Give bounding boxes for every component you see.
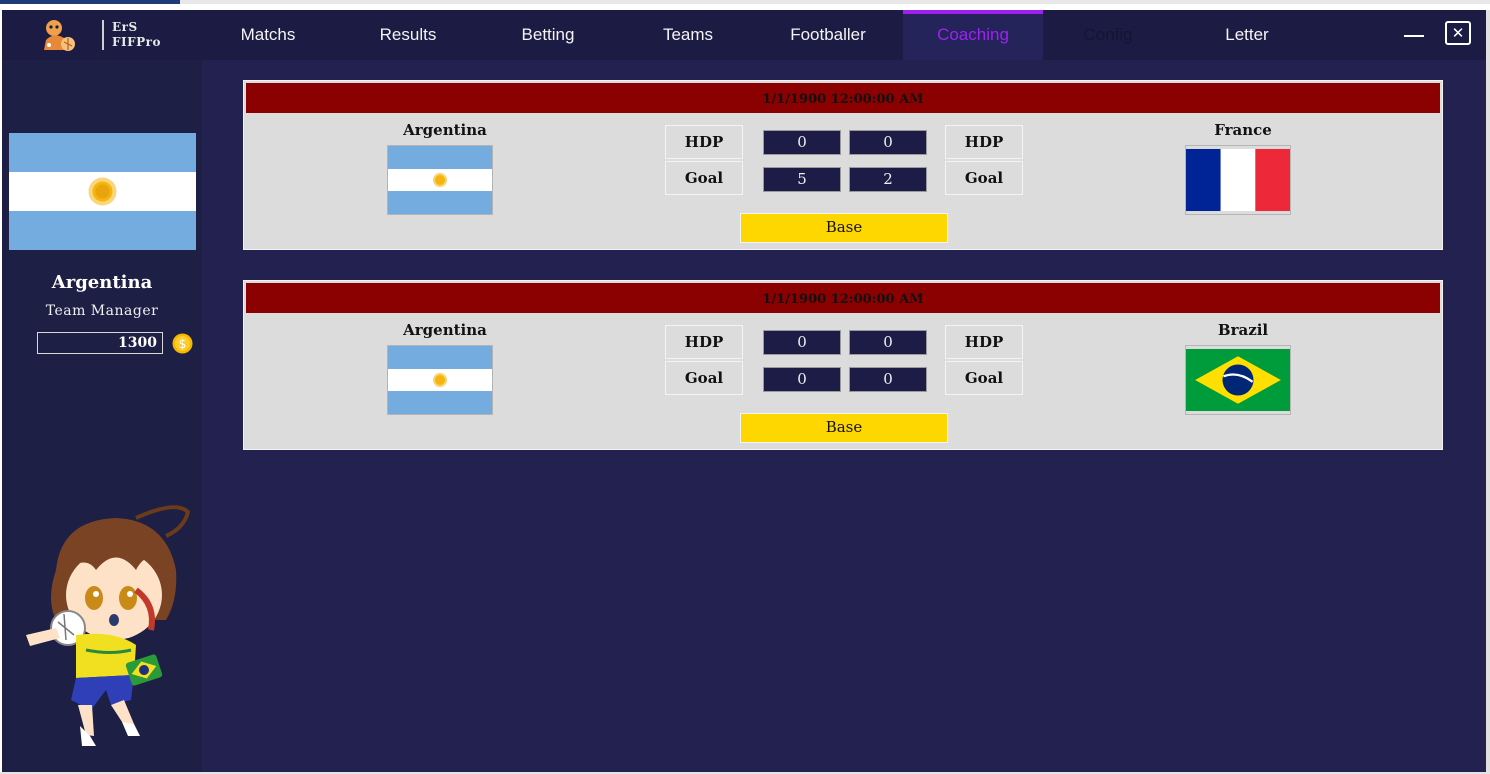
coin-icon: $ (172, 333, 193, 354)
mascot-character-image (26, 505, 191, 746)
hdp-label-home: HDP (665, 325, 743, 359)
desktop-top-strip (0, 0, 1490, 4)
hdp-label-away: HDP (945, 125, 1023, 159)
hdp-label-away: HDP (945, 325, 1023, 359)
app-logo: ErS FIFPro (38, 18, 178, 54)
tab-letter[interactable]: Letter (1177, 10, 1317, 60)
match-datetime: 1/1/1900 12:00:00 AM (246, 83, 1440, 113)
match-card-1: 1/1/1900 12:00:00 AM Argentina HDP Goal … (243, 80, 1443, 250)
home-team-name: Argentina (403, 321, 487, 339)
tab-coaching[interactable]: Coaching (903, 10, 1043, 60)
tab-teams[interactable]: Teams (618, 10, 758, 60)
sidebar-role: Team Manager (45, 303, 159, 319)
brazil-flag-icon (1185, 345, 1291, 415)
goal-away-input[interactable]: 2 (849, 167, 927, 192)
tab-matchs[interactable]: Matchs (198, 10, 338, 60)
top-nav-bar: ErS FIFPro Matchs Results Betting Teams … (2, 10, 1486, 60)
close-button[interactable]: ✕ (1445, 21, 1471, 45)
argentina-flag-icon (387, 345, 493, 415)
goal-label-away: Goal (945, 161, 1023, 195)
window-right-edge (1486, 10, 1490, 774)
app-window: ErS FIFPro Matchs Results Betting Teams … (2, 10, 1486, 772)
away-team-name: France (1214, 121, 1272, 139)
match-card-2: 1/1/1900 12:00:00 AM Argentina HDP Goal … (243, 280, 1443, 450)
base-button[interactable]: Base (740, 413, 948, 443)
mascot-logo-icon (44, 20, 75, 51)
goal-label-home: Goal (665, 161, 743, 195)
goal-home-input[interactable]: 5 (763, 167, 841, 192)
sidebar-team-name: Argentina (51, 272, 153, 293)
tab-results[interactable]: Results (338, 10, 478, 60)
hdp-home-input[interactable]: 0 (763, 330, 841, 355)
balance-display: 1300 (37, 332, 163, 354)
tab-footballer[interactable]: Footballer (758, 10, 898, 60)
logo-line-1: ErS (112, 20, 138, 34)
away-team-name: Brazil (1217, 321, 1269, 339)
hdp-home-input[interactable]: 0 (763, 130, 841, 155)
tab-betting[interactable]: Betting (478, 10, 618, 60)
argentina-flag-large-icon (9, 133, 196, 250)
hdp-away-input[interactable]: 0 (849, 130, 927, 155)
goal-label-home: Goal (665, 361, 743, 395)
tab-config[interactable]: Config (1038, 10, 1178, 60)
logo-line-2: FIFPro (112, 35, 162, 49)
minimize-button[interactable] (1398, 24, 1428, 46)
hdp-away-input[interactable]: 0 (849, 330, 927, 355)
france-flag-icon (1185, 145, 1291, 215)
coin-symbol: $ (179, 337, 187, 351)
base-button[interactable]: Base (740, 213, 948, 243)
argentina-flag-icon (387, 145, 493, 215)
sidebar: Argentina Team Manager 1300 $ (2, 60, 202, 772)
hdp-label-home: HDP (665, 125, 743, 159)
goal-away-input[interactable]: 0 (849, 367, 927, 392)
match-datetime: 1/1/1900 12:00:00 AM (246, 283, 1440, 313)
goal-label-away: Goal (945, 361, 1023, 395)
logo-text: ErS FIFPro (102, 20, 161, 50)
home-team-name: Argentina (403, 121, 487, 139)
goal-home-input[interactable]: 0 (763, 367, 841, 392)
